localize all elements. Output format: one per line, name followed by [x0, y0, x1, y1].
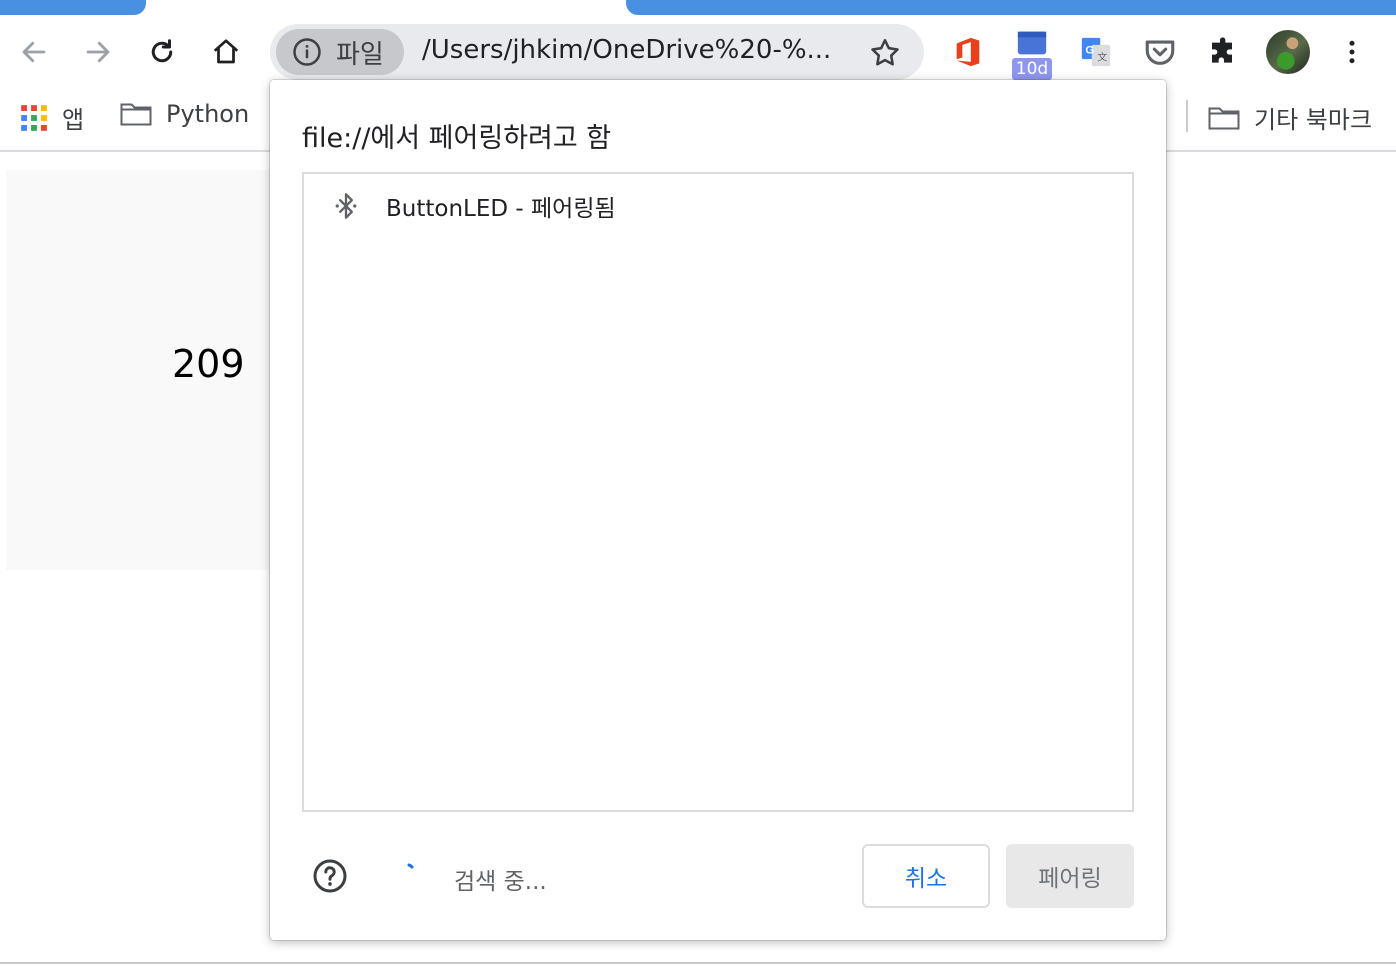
- info-icon: [293, 38, 321, 66]
- back-button[interactable]: [16, 34, 52, 70]
- bookmark-apps[interactable]: 앱: [20, 100, 84, 135]
- python-folder-label: Python: [166, 100, 250, 128]
- dialog-title: file://에서 페어링하려고 함: [302, 123, 612, 154]
- help-icon[interactable]: [312, 858, 348, 894]
- loading-spinner-icon: [407, 863, 414, 869]
- url-text[interactable]: /Users/jhkim/OneDrive%20-%...: [422, 35, 831, 65]
- site-info-chip[interactable]: 파일: [276, 29, 404, 75]
- scan-status-text: 검색 중...: [454, 869, 547, 895]
- google-translate-icon: G文: [1081, 37, 1111, 67]
- tab-strip: [0, 0, 1396, 16]
- svg-text:文: 文: [1097, 51, 1107, 64]
- apps-label: 앱: [62, 106, 85, 134]
- bluetooth-pairing-dialog: file://에서 페어링하려고 함 ButtonLED - 페어링됨 검색 중…: [270, 80, 1166, 940]
- folder-icon: [1208, 107, 1240, 129]
- puzzle-icon: [1212, 37, 1232, 63]
- calendar-extension[interactable]: 10d: [1012, 28, 1052, 80]
- arrow-right-icon: [86, 41, 110, 63]
- svg-text:G: G: [1085, 44, 1094, 56]
- pocket-extension[interactable]: [1140, 32, 1180, 72]
- pocket-icon: [1145, 40, 1175, 65]
- device-list: ButtonLED - 페어링됨: [302, 172, 1134, 812]
- profile-button[interactable]: [1266, 30, 1310, 74]
- counter-card: 209: [6, 170, 296, 570]
- browser-menu-button[interactable]: [1332, 32, 1372, 72]
- bookmarks-divider: [1186, 100, 1188, 132]
- other-bookmarks-folder[interactable]: 기타 북마크: [1208, 100, 1372, 135]
- address-bar[interactable]: 파일 /Users/jhkim/OneDrive%20-%...: [270, 24, 924, 80]
- home-button[interactable]: [208, 34, 244, 70]
- dialog-footer: 검색 중... 취소 페어링: [270, 842, 1166, 910]
- home-icon: [213, 39, 239, 64]
- profile-avatar: [1266, 30, 1310, 74]
- device-label: ButtonLED - 페어링됨: [386, 196, 616, 222]
- calendar-badge: 10d: [1012, 58, 1052, 80]
- arrow-left-icon: [22, 41, 46, 63]
- apps-grid-icon: [21, 104, 47, 131]
- tab-left[interactable]: [0, 0, 146, 15]
- browser-toolbar: 파일 /Users/jhkim/OneDrive%20-%... 10d G文: [0, 16, 1396, 88]
- bookmark-star-icon[interactable]: [868, 36, 902, 70]
- other-bookmarks-label: 기타 북마크: [1254, 106, 1373, 134]
- bluetooth-icon: [335, 193, 357, 219]
- translate-extension[interactable]: G文: [1076, 32, 1116, 72]
- site-info-label: 파일: [336, 39, 384, 70]
- tab-right[interactable]: [626, 0, 1396, 15]
- reload-button[interactable]: [144, 34, 180, 70]
- cancel-button[interactable]: 취소: [862, 844, 990, 908]
- page-bottom-divider: [0, 962, 1396, 964]
- forward-button[interactable]: [80, 34, 116, 70]
- counter-value: 209: [172, 342, 245, 386]
- folder-icon: [120, 103, 152, 126]
- office-icon: [956, 37, 980, 67]
- calendar-icon: [1017, 31, 1047, 55]
- more-vertical-icon: [1349, 40, 1355, 64]
- pair-button[interactable]: 페어링: [1006, 844, 1134, 908]
- reload-icon: [151, 39, 173, 63]
- device-list-item[interactable]: ButtonLED - 페어링됨: [304, 174, 1132, 238]
- bookmark-folder-python[interactable]: Python: [120, 100, 249, 128]
- office-extension[interactable]: [948, 32, 988, 72]
- extensions-button[interactable]: [1204, 32, 1244, 72]
